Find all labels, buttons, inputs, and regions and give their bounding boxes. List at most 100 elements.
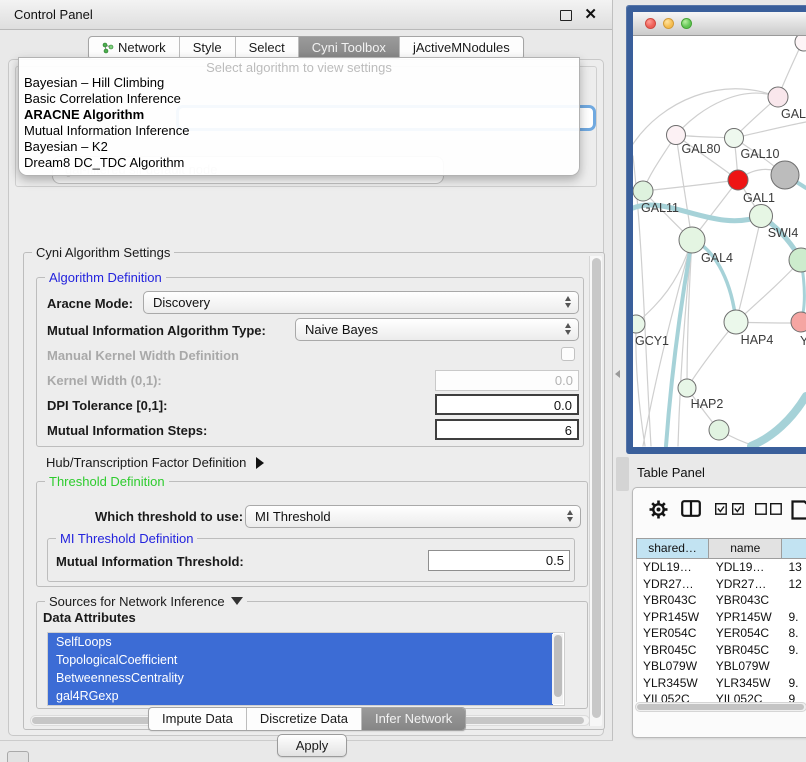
unchecked-pair-icon[interactable]	[755, 503, 782, 515]
tab-cyni-toolbox[interactable]: Cyni Toolbox	[299, 37, 400, 59]
tab-network[interactable]: Network	[89, 37, 180, 59]
tab-label: Network	[118, 37, 166, 59]
network-node-gal4[interactable]	[679, 227, 705, 253]
network-node[interactable]	[771, 161, 799, 189]
tab-label: Impute Data	[162, 708, 233, 730]
mi-steps-field[interactable]: 6	[435, 419, 579, 440]
splitter-handle-icon[interactable]	[615, 370, 620, 378]
network-edge[interactable]	[736, 218, 761, 322]
mac-close-button[interactable]	[645, 18, 656, 29]
table-rows: YDL19…YDL19…13YDR27…YDR27…12YBR043CYBR04…	[636, 559, 806, 702]
table-row[interactable]: YIL052CYIL052C9	[637, 691, 806, 702]
tab-impute-data[interactable]: Impute Data	[149, 708, 247, 730]
attributes-scrollbar[interactable]	[552, 634, 563, 704]
tab-jactivemnodules[interactable]: jActiveMNodules	[400, 37, 523, 59]
network-node-hap4[interactable]	[724, 310, 748, 334]
float-window-button[interactable]	[560, 10, 572, 21]
attribute-item[interactable]: SelfLoops	[48, 633, 553, 651]
network-node-gal[interactable]	[768, 87, 788, 107]
threshold-definition-group: Threshold Definition Which threshold to …	[36, 481, 588, 587]
table-row[interactable]: YLR345WYLR345W9.	[637, 675, 806, 692]
table-row[interactable]: YER054CYER054C8.	[637, 625, 806, 642]
dpi-tolerance-label: DPI Tolerance [0,1]:	[47, 398, 167, 413]
network-node[interactable]	[789, 248, 806, 272]
import-table-icon[interactable]	[791, 500, 806, 520]
manual-kernel-checkbox[interactable]	[561, 347, 575, 361]
network-edge[interactable]	[643, 180, 738, 191]
table-cell: YDR27…	[637, 576, 710, 593]
collapsed-panel-button[interactable]	[7, 751, 29, 762]
network-node-y[interactable]	[791, 312, 806, 332]
table-horizontal-scrollbar[interactable]	[635, 702, 806, 712]
attribute-item[interactable]: TopologicalCoefficient	[48, 651, 553, 669]
kernel-width-field[interactable]: 0.0	[435, 370, 579, 391]
attribute-item[interactable]: BetweennessCentrality	[48, 669, 553, 687]
network-node-gal10[interactable]	[725, 129, 744, 148]
algorithm-option[interactable]: Mutual Information Inference	[19, 123, 579, 139]
split-columns-icon[interactable]	[681, 500, 701, 517]
network-view-titlebar[interactable]	[633, 12, 806, 36]
settings-vertical-scrollbar[interactable]	[589, 256, 602, 726]
table-row[interactable]: YDR27…YDR27…12	[637, 576, 806, 593]
aracne-mode-combo[interactable]: Discovery	[143, 291, 579, 314]
data-attributes-label: Data Attributes	[43, 610, 136, 625]
hub-definition-toggle[interactable]: Hub/Transcription Factor Definition	[46, 455, 264, 470]
table-cell	[782, 658, 806, 675]
algorithm-option[interactable]: Dream8 DC_TDC Algorithm	[19, 155, 579, 171]
table-row[interactable]: YBL079WYBL079W	[637, 658, 806, 675]
mac-zoom-button[interactable]	[681, 18, 692, 29]
table-row[interactable]: YPR145WYPR145W9.	[637, 609, 806, 626]
close-window-button[interactable]: ✕	[584, 5, 597, 23]
network-node[interactable]	[795, 36, 806, 51]
tab-label: Select	[249, 37, 285, 59]
tab-infer-network[interactable]: Infer Network	[362, 708, 465, 730]
network-node-swi4[interactable]	[750, 205, 773, 228]
mi-type-combo[interactable]: Naive Bayes	[295, 318, 579, 341]
network-edge-strong[interactable]	[751, 396, 806, 446]
mi-threshold-field[interactable]: 0.5	[428, 550, 570, 571]
sources-legend[interactable]: Sources for Network Inference	[45, 594, 247, 609]
which-threshold-combo[interactable]: MI Threshold	[245, 505, 581, 528]
algorithm-option[interactable]: Basic Correlation Inference	[19, 91, 579, 107]
mac-minimize-button[interactable]	[663, 18, 674, 29]
network-edge[interactable]	[736, 260, 801, 322]
node-label: HAP2	[691, 397, 724, 411]
network-canvas[interactable]: GALGAL80GAL10GAL1GAL11SWI4GAL4GCY1HAP4YH…	[633, 36, 806, 447]
tab-select[interactable]: Select	[236, 37, 299, 59]
dpi-tolerance-field[interactable]: 0.0	[435, 394, 579, 415]
threshold-definition-legend: Threshold Definition	[45, 474, 169, 489]
cyni-bottom-tab-bar: Impute Data Discretize DataInfer Network	[148, 707, 466, 731]
aracne-mode-label: Aracne Mode:	[47, 296, 133, 311]
data-attributes-list[interactable]: SelfLoopsTopologicalCoefficientBetweenne…	[47, 632, 565, 706]
table-row[interactable]: YBR043CYBR043C	[637, 592, 806, 609]
table-cell: 8.	[782, 625, 806, 642]
network-node-gal11[interactable]	[633, 181, 653, 201]
kernel-width-label: Kernel Width (0,1):	[47, 373, 162, 388]
table-column-header[interactable]: name	[709, 538, 782, 559]
network-node-hap2[interactable]	[678, 379, 696, 397]
table-row[interactable]: YBR045CYBR045C9.	[637, 642, 806, 659]
network-edge[interactable]	[676, 93, 778, 135]
table-column-header[interactable]: shared…	[636, 538, 709, 559]
apply-button[interactable]: Apply	[277, 734, 347, 757]
which-threshold-label: Which threshold to use:	[95, 509, 243, 524]
tab-style[interactable]: Style	[180, 37, 236, 59]
checked-pair-icon[interactable]	[715, 503, 744, 515]
algorithm-option[interactable]: ARACNE Algorithm	[19, 107, 579, 123]
node-label: GAL80	[682, 142, 721, 156]
network-node[interactable]	[709, 420, 729, 440]
gear-icon[interactable]	[649, 500, 668, 519]
node-label: GCY1	[635, 334, 669, 348]
table-cell: 9.	[782, 609, 806, 626]
table-column-header[interactable]	[782, 538, 806, 559]
table-row[interactable]: YDL19…YDL19…13	[637, 559, 806, 576]
network-node-gal1[interactable]	[728, 170, 748, 190]
network-edge[interactable]	[734, 122, 806, 138]
algorithm-option[interactable]: Bayesian – Hill Climbing	[19, 75, 579, 91]
table-cell: YBL079W	[710, 658, 783, 675]
cyni-algorithm-settings-legend: Cyni Algorithm Settings	[32, 245, 174, 260]
side-scroll-thumb[interactable]	[616, 457, 629, 491]
tab-discretize-data[interactable]: Discretize Data	[247, 708, 362, 730]
algorithm-option[interactable]: Bayesian – K2	[19, 139, 579, 155]
attribute-item[interactable]: gal4RGexp	[48, 687, 553, 705]
